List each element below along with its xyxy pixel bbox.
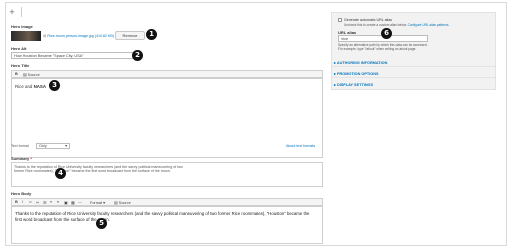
callout-badge-5: 5 [96,218,107,229]
auto-alias-checkbox[interactable] [338,18,342,22]
italic-icon[interactable]: I [22,200,23,204]
add-icon[interactable]: + [7,7,17,17]
display-settings-section[interactable]: ▸ DISPLAY SETTINGS [334,82,373,87]
text-format-label: Text format [11,144,29,148]
hero-title-toolbar: B ▤ Source [11,70,323,78]
configure-alias-link[interactable]: Configure URL alias patterns. [408,23,450,27]
numbered-list-icon[interactable]: ≡ [50,200,52,204]
text-format-value: Only [39,144,47,148]
source-label: Source [27,73,40,77]
section-divider [331,77,496,78]
unlink-icon[interactable]: ✂ [36,200,39,205]
section-divider [331,66,496,67]
format-label: Format [90,201,103,205]
hero-alt-label: Hero Alt [11,46,27,51]
about-text-formats-link[interactable]: About text formats [286,144,315,148]
main-form: Hero Image ▤ Rice-moon-person-image.jpg … [8,22,325,244]
hero-alt-input[interactable]: How Houston Became "Space City, USA" [11,52,138,59]
table-icon[interactable]: ▦ [71,200,75,205]
chevron-down-icon: ▾ [65,144,67,148]
blockquote-icon[interactable]: ❝ [57,200,59,205]
summary-text: Thanks to the reputation of Rice Univers… [14,165,183,174]
link-icon[interactable]: ∞ [29,200,32,204]
summary-label: Summary * [11,156,32,161]
auto-alias-help: Uncheck this to create a custom alias be… [344,23,449,27]
chevron-down-icon: ▾ [103,201,105,205]
authoring-information-label: AUTHORING INFORMATION [336,61,388,65]
hero-title-bold-text: NASA [33,84,47,89]
hero-body-toolbar: B I ∞ ✂ ☰ ≡ ❝ ▣ ▦ — Format ▾ ▤ Source [11,198,323,206]
required-marker: * [30,156,32,161]
callout-badge-4: 4 [55,168,66,179]
bulleted-list-icon[interactable]: ☰ [43,200,46,205]
source-icon: ▤ [114,201,118,205]
hero-title-content: Rice and NASA [15,84,46,89]
source-label: Source [118,201,131,205]
hero-title-text: Rice and [15,84,34,89]
auto-alias-label: Generate automatic URL alias [344,18,393,22]
hero-body-text: Thanks to the reputation of Rice Univers… [15,211,310,222]
callout-badge-1: 1 [146,29,157,40]
hero-body-label: Hero Body [11,191,32,196]
summary-label-text: Summary [11,156,30,161]
url-alias-help: Specify an alternative path by which thi… [338,43,428,51]
file-link-row: ▤ Rice-moon-person-image.jpg (410.82 KB) [43,34,114,38]
source-button[interactable]: ▤ Source [114,200,131,205]
auto-alias-help-text: Uncheck this to create a custom alias be… [344,23,407,27]
bold-button[interactable]: B [15,72,18,76]
remove-button[interactable]: Remove [115,31,145,40]
image-icon[interactable]: ▣ [64,200,68,205]
callout-badge-2: 2 [132,50,143,61]
hero-title-label: Hero Title [11,63,30,68]
promotion-options-label: PROMOTION OPTIONS [336,72,379,76]
callout-badge-3: 3 [49,80,60,91]
display-settings-label: DISPLAY SETTINGS [336,83,374,87]
hero-image-file-link[interactable]: Rice-moon-person-image.jpg (410.82 KB) [47,34,114,38]
url-alias-panel: Generate automatic URL alias Uncheck thi… [331,12,496,90]
format-dropdown[interactable]: Format ▾ [90,200,105,205]
callout-badge-6: 6 [381,28,392,39]
bold-icon[interactable]: B [15,200,18,204]
hero-body-editor[interactable]: Thanks to the reputation of Rice Univers… [11,206,323,244]
hero-image-label: Hero Image [11,24,33,29]
source-button[interactable]: ▤ Source [23,72,40,77]
horizontal-line-icon[interactable]: — [78,200,82,204]
source-icon: ▤ [23,73,27,77]
toolbar-divider [21,7,22,17]
promotion-options-section[interactable]: ▸ PROMOTION OPTIONS [334,71,379,76]
hero-image-thumbnail [11,31,41,41]
file-icon: ▤ [43,34,47,38]
text-format-select[interactable]: Only ▾ [36,143,70,149]
authoring-information-section[interactable]: ▸ AUTHORING INFORMATION [334,60,387,65]
